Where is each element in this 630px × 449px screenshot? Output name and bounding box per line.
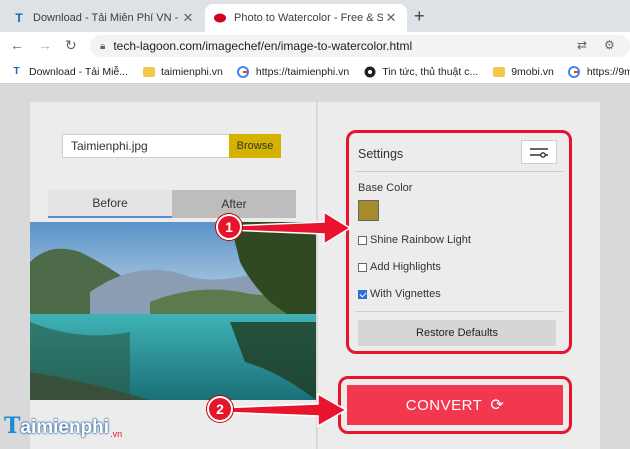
divider <box>355 311 563 312</box>
bookmark-item[interactable]: 9mobi.vn <box>492 65 554 78</box>
restore-defaults-button[interactable]: Restore Defaults <box>358 320 556 346</box>
bookmark-label: https://taimienphi.vn <box>255 65 350 78</box>
browse-button[interactable]: Browse <box>229 134 281 158</box>
folder-icon <box>492 65 505 78</box>
checkbox[interactable] <box>358 262 367 272</box>
close-tab-icon[interactable]: ✕ <box>180 10 196 26</box>
bookmarks-bar: T Download - Tải Miễ... taimienphi.vn ht… <box>0 60 630 84</box>
reload-icon[interactable]: ↻ <box>65 37 77 54</box>
convert-label: CONVERT <box>405 396 483 414</box>
bookmark-label: https://9mo <box>586 65 630 78</box>
base-color-label: Base Color <box>358 182 413 194</box>
option-label: With Vignettes <box>370 288 441 300</box>
annotation-arrow-1 <box>228 210 352 246</box>
bookmark-label: Tin tức, thủ thuật c... <box>382 65 479 78</box>
bookmark-item[interactable]: Tin tức, thủ thuật c... <box>363 65 478 78</box>
base-color-swatch[interactable] <box>358 200 379 221</box>
brand-name: aimienphi <box>20 417 110 438</box>
bookmark-item[interactable]: T Download - Tải Miễ... <box>10 65 128 78</box>
google-icon <box>237 65 250 78</box>
settings-gear-icon[interactable]: ⚙ <box>604 38 615 52</box>
tab-title: Download - Tải Miễn Phí VN - Ph <box>33 12 180 24</box>
folder-icon <box>142 65 155 78</box>
bookmark-item[interactable]: taimienphi.vn <box>142 65 223 78</box>
annotation-badge-2: 2 <box>207 396 233 422</box>
option-with-vignettes[interactable]: With Vignettes <box>358 288 441 300</box>
address-bar[interactable]: 🔒︎ tech-lagoon.com/imagechef/en/image-to… <box>90 35 630 57</box>
tab-download[interactable]: T Download - Tải Miễn Phí VN - Ph ✕ <box>4 4 204 32</box>
file-name-field[interactable]: Taimienphi.jpg <box>62 134 230 158</box>
taimienphi-favicon-icon: T <box>15 11 23 25</box>
address-row: ← → ↻ 🔒︎ tech-lagoon.com/imagechef/en/im… <box>0 32 630 60</box>
bookmark-item[interactable]: https://taimienphi.vn <box>237 65 349 78</box>
google-icon <box>568 65 581 78</box>
option-label: Add Highlights <box>370 261 441 273</box>
bookmark-label: Download - Tải Miễ... <box>29 65 129 78</box>
settings-menu-button[interactable] <box>521 140 557 164</box>
bookmark-label: 9mobi.vn <box>511 65 554 78</box>
sliders-icon <box>530 148 548 158</box>
annotation-badge-1: 1 <box>216 214 242 240</box>
convert-highlight: CONVERT ⟳ <box>338 376 572 434</box>
tab-title: Photo to Watercolor - Free & Sim <box>234 12 383 24</box>
url-text: tech-lagoon.com/imagechef/en/image-to-wa… <box>113 39 413 53</box>
checkbox[interactable] <box>358 235 367 245</box>
close-tab-icon[interactable]: ✕ <box>383 10 399 26</box>
news-icon <box>363 65 376 78</box>
back-icon[interactable]: ← <box>10 37 24 53</box>
tab-photo-to-watercolor[interactable]: Photo to Watercolor - Free & Sim ✕ <box>205 4 407 32</box>
settings-title: Settings <box>358 147 404 161</box>
circle-red-icon <box>213 11 227 25</box>
forward-icon[interactable]: → <box>38 37 52 53</box>
settings-panel-container: Settings Base Color Shine Rainbow Light … <box>318 102 600 449</box>
option-label: Shine Rainbow Light <box>370 234 471 246</box>
taimienphi-watermark: T aimienphi .vn <box>4 413 123 439</box>
brand-suffix: .vn <box>110 429 123 439</box>
tab-before[interactable]: Before <box>48 190 172 218</box>
divider <box>355 171 563 172</box>
logo-letter: T <box>4 413 21 439</box>
new-tab-button[interactable]: + <box>414 6 425 27</box>
taimienphi-favicon-icon: T <box>13 66 20 77</box>
translate-icon[interactable]: ⇄ <box>577 38 587 52</box>
refresh-icon: ⟳ <box>490 397 505 414</box>
preview-image <box>30 222 316 400</box>
settings-panel: Settings Base Color Shine Rainbow Light … <box>346 130 572 354</box>
convert-button[interactable]: CONVERT ⟳ <box>347 385 563 425</box>
bookmark-label: taimienphi.vn <box>161 65 223 78</box>
bookmark-item[interactable]: https://9mo <box>568 65 630 78</box>
annotation-arrow-2 <box>218 392 348 428</box>
checkbox-checked[interactable] <box>358 289 367 299</box>
option-add-highlights[interactable]: Add Highlights <box>358 261 441 273</box>
lock-icon: 🔒︎ <box>100 40 106 52</box>
option-shine-rainbow-light[interactable]: Shine Rainbow Light <box>358 234 471 246</box>
tab-strip: T Download - Tải Miễn Phí VN - Ph ✕ Phot… <box>0 0 630 32</box>
